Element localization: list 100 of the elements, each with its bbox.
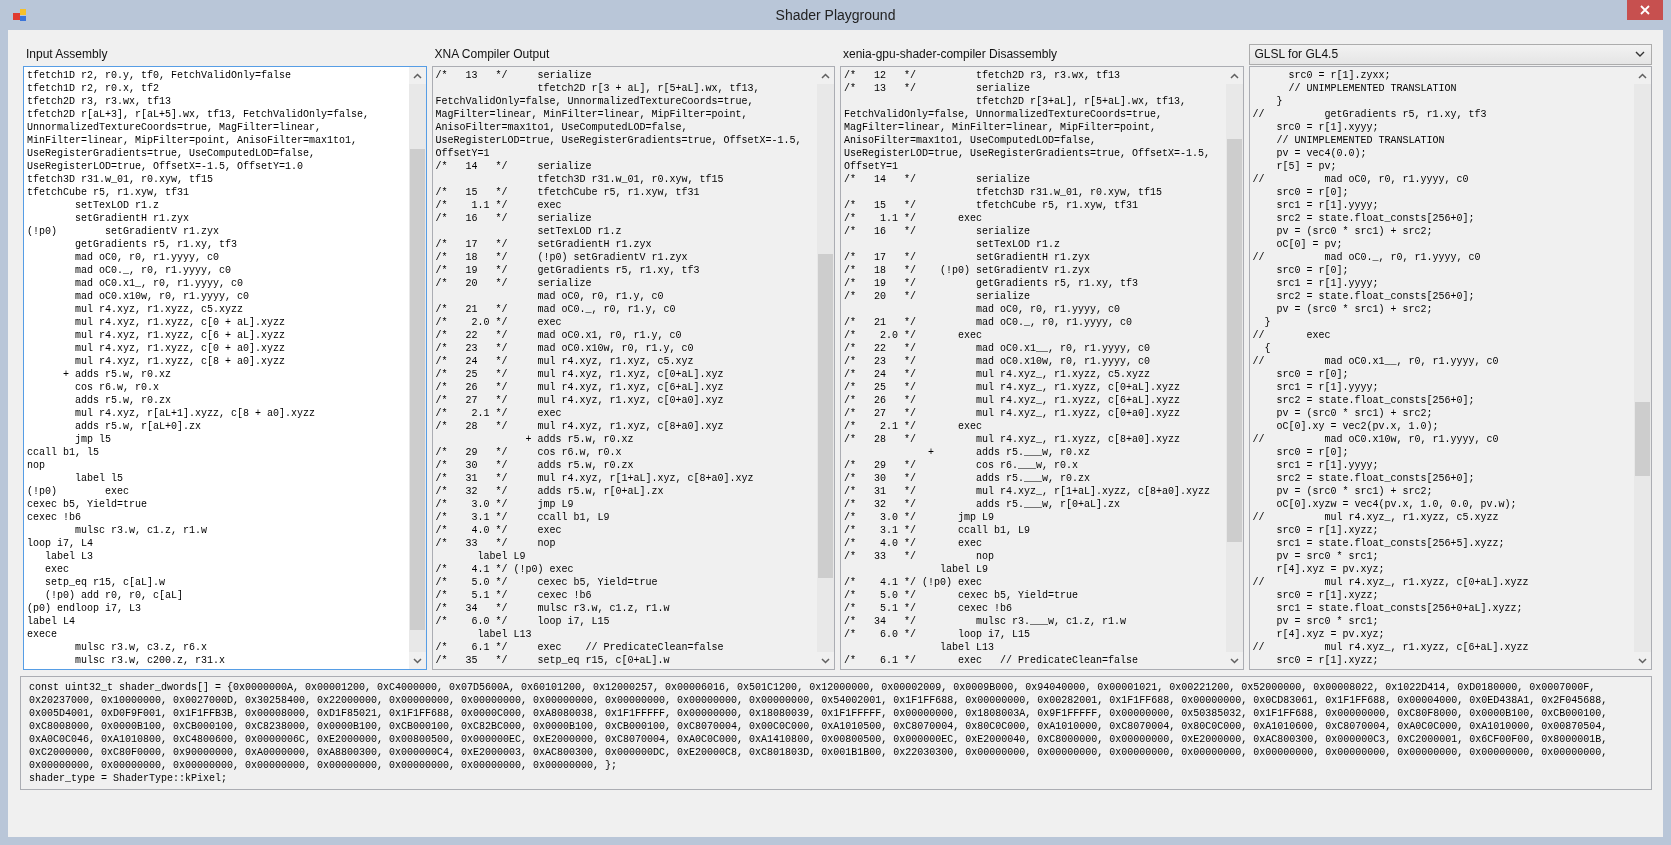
- code-line: (!p0) setGradientV r1.zyx: [27, 225, 220, 238]
- code-line: MinFilter=linear, MipFilter=point, AnisoFilter=max1to1,: [27, 134, 358, 147]
- code-line: /* 28 */ mul r4.xyz_, r1.xyzz, c[8+a0].xyzz: [844, 433, 1181, 446]
- close-button[interactable]: [1627, 0, 1663, 20]
- code-line: /* 30 */ adds r5.___w, r0.zx: [844, 472, 1091, 485]
- code-line: /* 26 */ mul r4.xyz, r1.xyz, c[6+aL].xyz: [435, 381, 724, 394]
- code-line: 0x20237000, 0x10000000, 0x0027000D, 0x30258400, 0x22000000, 0x00000000, 0x00000000, 0x00000000, 0x00000000, 0x00000000, 0x00000000, 0x54002001, 0x1F1FF688, 0x00000000, 0x00282001, 0x1F1FF688, 0x00000000, 0x0CD83061, 0x1F1FF688, 0x00004000, 0x0ED438A1, 0x2F045688,: [29, 694, 1608, 707]
- code-line: tfetch3D r31.w_01, r0.xyw, tf15: [27, 173, 214, 186]
- code-line: src0 = r[0];: [1275, 446, 1349, 459]
- code-line: FetchValidOnly=false, UnnormalizedTextureCoords=true,: [435, 95, 754, 108]
- code-line: /* 25 */ mul r4.xyz, r1.xyz, c[0+aL].xyz: [435, 368, 724, 381]
- code-line: /* 5.1 */ cexec !b6: [435, 589, 592, 602]
- code-line: /* 4.0 */ exec: [435, 524, 562, 537]
- code-line: nop: [27, 459, 45, 472]
- scrollbar-thumb[interactable]: [409, 148, 425, 630]
- code-line: /* 3.1 */ ccall b1, L9: [844, 524, 1031, 537]
- code-line: /* 1.1 */ exec: [844, 212, 983, 225]
- code-line: pv = src0 * src1;: [1275, 615, 1379, 628]
- code-line: mul r4.xyz, r1.xyzz, c5.xyzz: [74, 303, 244, 316]
- code-line: tfetch3D r31.w_01, r0.xyw, tf15: [536, 173, 724, 186]
- code-line: // mul r4.xyz_, r1.xyzz, c5.xyzz: [1252, 511, 1499, 524]
- code-line: (p0) endloop i7, L3: [27, 602, 142, 615]
- code-line: (!p0) add r0, r0, c[aL]: [44, 589, 184, 602]
- code-line: /* 2.1 */ exec: [435, 407, 562, 420]
- code-line: /* 6.0 */ loop i7, L15: [435, 615, 610, 628]
- code-line: setTexLOD r1.z: [975, 238, 1061, 251]
- code-line: /* 5.0 */ cexec b5, Yield=true: [844, 589, 1079, 602]
- code-line: mulsc r3.w, c200.z, r31.x: [74, 654, 226, 667]
- text-area[interactable]: [20, 676, 1652, 790]
- code-line: label L3: [44, 550, 93, 563]
- code-line: label L13: [476, 628, 532, 641]
- code-line: getGradients r5, r1.xy, tf3: [74, 238, 238, 251]
- panel-label: Input Assembly: [25, 47, 108, 61]
- code-line: /* 33 */ nop: [844, 550, 995, 563]
- text-area[interactable]: [1248, 66, 1652, 670]
- code-line: exece: [27, 628, 57, 641]
- code-line: adds r5.w, r[aL+0].zx: [74, 420, 202, 433]
- scrollbar-thumb[interactable]: [1635, 402, 1650, 476]
- code-line: /* 31 */ mul r4.xyz, r[1+aL].xyz, c[8+a0].xyz: [435, 472, 754, 485]
- code-line: /* 2.1 */ exec: [844, 420, 983, 433]
- code-line: AnisoFilter=max1to1, UseComputedLOD=false,: [844, 134, 1097, 147]
- code-line: r[4].xyz = pv.xyz;: [1275, 563, 1385, 576]
- code-line: oC[0] = pv;: [1275, 238, 1343, 251]
- code-line: /* 27 */ mul r4.xyz_, r1.xyzz, c[0+a0].xyzz: [844, 407, 1181, 420]
- code-line: // mad oC0._, r0, r1.yyyy, c0: [1252, 251, 1481, 264]
- code-line: /* 5.0 */ cexec b5, Yield=true: [435, 576, 658, 589]
- code-line: exec: [44, 563, 69, 576]
- text-area[interactable]: [840, 66, 1244, 670]
- text-area[interactable]: [431, 66, 835, 670]
- code-line: src1 = state.float_consts[256+5].xyzz;: [1275, 537, 1505, 550]
- code-line: // getGradients r5, r1.xy, tf3: [1252, 108, 1487, 121]
- code-line: /* 6.1 */ exec // PredicateClean=false: [844, 654, 1139, 667]
- scrollbar-thumb[interactable]: [1226, 139, 1242, 543]
- code-line: /* 27 */ mul r4.xyz, r1.xyz, c[0+a0].xyz: [435, 394, 724, 407]
- code-line: /* 29 */ cos r6.w, r0.x: [435, 446, 622, 459]
- chevron-down-icon: [1635, 51, 1645, 57]
- code-line: /* 30 */ adds r5.w, r0.zx: [435, 459, 634, 472]
- code-line: /* 3.0 */ jmp L9: [435, 498, 574, 511]
- code-line: /* 24 */ mul r4.xyz_, r1.xyzz, c5.xyzz: [844, 368, 1151, 381]
- code-line: src1 = r[1].yyyy;: [1275, 199, 1379, 212]
- code-line: src1 = r[1].yyyy;: [1275, 381, 1379, 394]
- language-dropdown[interactable]: GLSL for GL4.5: [1248, 43, 1652, 65]
- code-line: mul r4.xyz, r1.xyzz, c[0 + a0].xyzz: [74, 342, 286, 355]
- chevron-down-icon: [412, 657, 422, 664]
- code-line: /* 34 */ mulsc r3.___w, c1.z, r1.w: [844, 615, 1127, 628]
- code-line: src2 = state.float_consts[256+0];: [1275, 212, 1475, 225]
- chevron-up-icon: [1229, 72, 1239, 79]
- scrollbar-thumb[interactable]: [818, 254, 833, 579]
- code-line: tfetch1D r2, r0.x, tf2: [27, 82, 160, 95]
- text-area[interactable]: [23, 66, 427, 670]
- code-line: /* 23 */ mad oC0.x10w, r0, r1.y, c0: [435, 342, 694, 355]
- code-line: /* 20 */ serialize: [844, 290, 1031, 303]
- code-line: /* 14 */ serialize: [844, 173, 1031, 186]
- code-line: adds r5.w, r0.zx: [74, 394, 172, 407]
- close-icon: [1640, 5, 1650, 15]
- code-line: /* 15 */ tfetchCube r5, r1.xyw, tf31: [435, 186, 700, 199]
- code-line: label L9: [939, 563, 989, 576]
- code-line: pv = (src0 * src1) + src2;: [1275, 225, 1433, 238]
- code-line: tfetch1D r2, r0.y, tf0, FetchValidOnly=false: [27, 69, 292, 82]
- code-line: OffsetY=1: [844, 160, 898, 173]
- code-line: pv = vec4(0.0);: [1275, 147, 1367, 160]
- code-line: /* 4.1 */ (!p0) exec: [435, 563, 574, 576]
- code-line: mul r4.xyz, r1.xyzz, c[8 + a0].xyzz: [74, 355, 286, 368]
- code-line: src1 = r[1].yyyy;: [1275, 277, 1379, 290]
- code-line: src0 = r[1].xyzz;: [1275, 654, 1379, 667]
- code-line: pv = (src0 * src1) + src2;: [1275, 303, 1433, 316]
- code-line: /* 22 */ mad oC0.x1__, r0, r1.yyyy, c0: [844, 342, 1151, 355]
- code-line: // mad oC0.x1__, r0, r1.yyyy, c0: [1252, 355, 1499, 368]
- code-line: /* 12 */ tfetch2D r3, r3.wx, tf13: [844, 69, 1121, 82]
- code-line: /* 13 */ serialize: [435, 69, 592, 82]
- code-line: mul r4.xyz, r[aL+1].xyzz, c[8 + a0].xyzz: [74, 407, 316, 420]
- code-line: /* 13 */ serialize: [844, 82, 1031, 95]
- code-line: {: [1263, 342, 1271, 355]
- code-line: /* 32 */ adds r5.w, r[0+aL].zx: [435, 485, 664, 498]
- code-line: /* 25 */ mul r4.xyz_, r1.xyzz, c[0+aL].xyzz: [844, 381, 1181, 394]
- code-line: (!p0) exec: [27, 485, 130, 498]
- code-line: src2 = state.float_consts[256+0];: [1275, 290, 1475, 303]
- code-line: mad oC0, r0, r1.yyyy, c0: [975, 303, 1121, 316]
- code-line: mulsc r3.w, c3.z, r6.x: [74, 641, 208, 654]
- code-line: src2 = state.float_consts[256+0];: [1275, 472, 1475, 485]
